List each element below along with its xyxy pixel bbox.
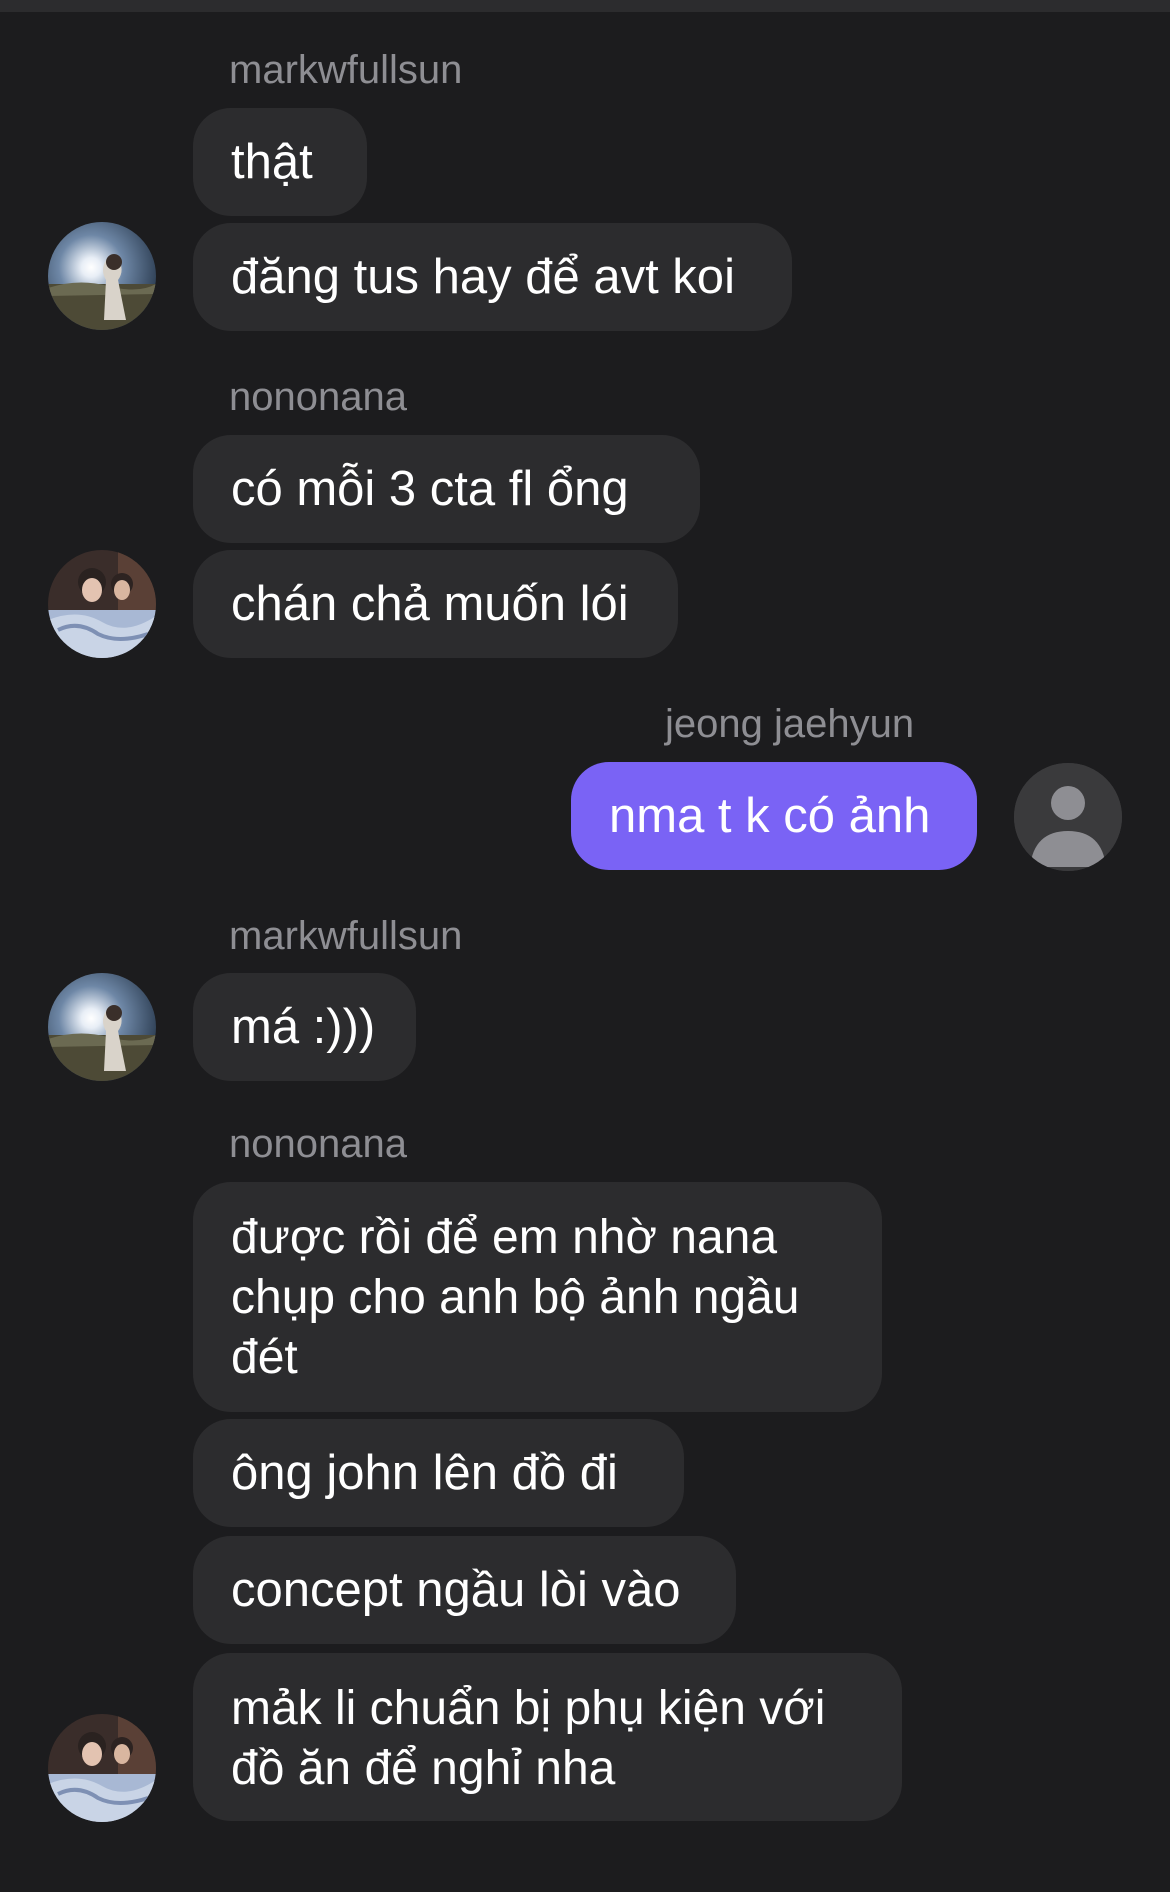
- sender-name: nononana: [229, 375, 407, 419]
- message-bubble[interactable]: chán chả muốn lói: [193, 550, 678, 658]
- sender-name: jeong jaehyun: [665, 702, 915, 746]
- message-bubble[interactable]: má :))): [193, 973, 416, 1081]
- message-bubble[interactable]: ông john lên đồ đi: [193, 1419, 684, 1527]
- bed-photo-avatar[interactable]: [48, 550, 156, 658]
- message-bubble[interactable]: mảk li chuẩn bị phụ kiện với đồ ăn để ng…: [193, 1653, 902, 1821]
- sunset-photo-avatar[interactable]: [48, 973, 156, 1081]
- sender-name: markwfullsun: [229, 914, 463, 958]
- sent-message-bubble[interactable]: nma t k có ảnh: [571, 762, 977, 870]
- message-bubble[interactable]: concept ngầu lòi vào: [193, 1536, 736, 1644]
- top-bar: [0, 0, 1170, 12]
- sender-name: markwfullsun: [229, 48, 463, 92]
- bed-photo-avatar[interactable]: [48, 1714, 156, 1822]
- sender-name: nononana: [229, 1122, 407, 1166]
- message-bubble[interactable]: được rồi để em nhờ nana chụp cho anh bộ …: [193, 1182, 882, 1412]
- message-bubble[interactable]: có mỗi 3 cta fl ổng: [193, 435, 700, 543]
- message-bubble[interactable]: đăng tus hay để avt koi: [193, 223, 792, 331]
- sunset-photo-avatar[interactable]: [48, 222, 156, 330]
- message-bubble[interactable]: thật: [193, 108, 367, 216]
- default-person-icon[interactable]: [1014, 763, 1122, 871]
